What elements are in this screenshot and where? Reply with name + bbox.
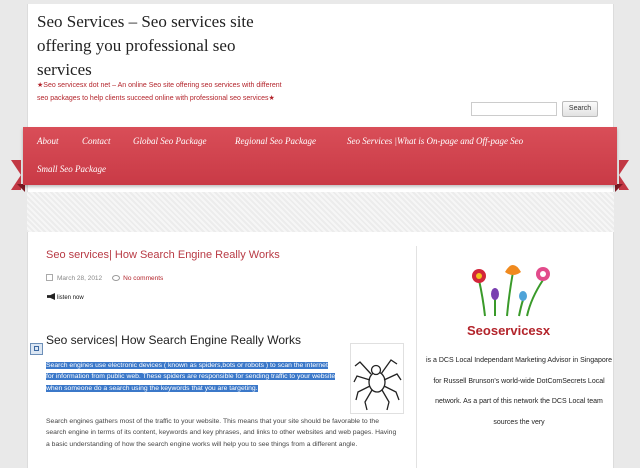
search-button[interactable]: Search (562, 101, 598, 117)
site-description: ★Seo servicesx dot net – An online Seo s… (37, 80, 283, 105)
main-navigation (23, 127, 617, 185)
nav-item-contact[interactable]: Contact (82, 136, 111, 146)
site-title[interactable]: Seo Services – Seo services site offerin… (37, 10, 277, 82)
spider-icon (353, 359, 402, 411)
comment-icon (112, 275, 121, 281)
post-title[interactable]: Seo services| How Search Engine Really W… (46, 249, 280, 261)
body-paragraph: Search engines gathers most of the traff… (46, 418, 397, 448)
listen-now-label: listen now (57, 295, 84, 301)
nav-item-about[interactable]: About (37, 136, 59, 146)
post-date: March 28, 2012 (57, 275, 103, 282)
comments-link[interactable]: No comments (123, 275, 163, 282)
post-meta: March 28, 2012 No comments (46, 274, 163, 282)
star-icon: ★ (268, 94, 275, 102)
highlighted-paragraph: Search engines use electronic devices ( … (46, 360, 336, 394)
nav-item-small-seo-package[interactable]: Small Seo Package (37, 164, 106, 174)
calendar-icon (46, 274, 53, 281)
nav-item-regional-seo-package[interactable]: Regional Seo Package (235, 136, 316, 146)
site-description-text: Seo servicesx dot net – An online Seo si… (37, 82, 282, 102)
content-heading: Seo services| How Search Engine Really W… (46, 333, 301, 347)
listen-now-button[interactable]: listen now (47, 293, 84, 301)
search-input[interactable] (471, 102, 557, 116)
nav-item-global-seo-package[interactable]: Global Seo Package (133, 136, 206, 146)
flowers-logo (472, 265, 550, 317)
sidebar-text: is a DCS Local Independant Marketing Adv… (426, 357, 612, 426)
image-placeholder-icon (30, 343, 43, 355)
speaker-icon (47, 293, 55, 300)
spider-image (350, 343, 404, 414)
highlighted-text: Search engines use electronic devices ( … (46, 362, 336, 392)
decorative-band (27, 192, 614, 232)
column-divider (416, 246, 417, 468)
nav-item-on-off-page-seo[interactable]: Seo Services |What is On-page and Off-pa… (347, 136, 523, 146)
sidebar-brand: Seoservicesx (467, 323, 551, 338)
